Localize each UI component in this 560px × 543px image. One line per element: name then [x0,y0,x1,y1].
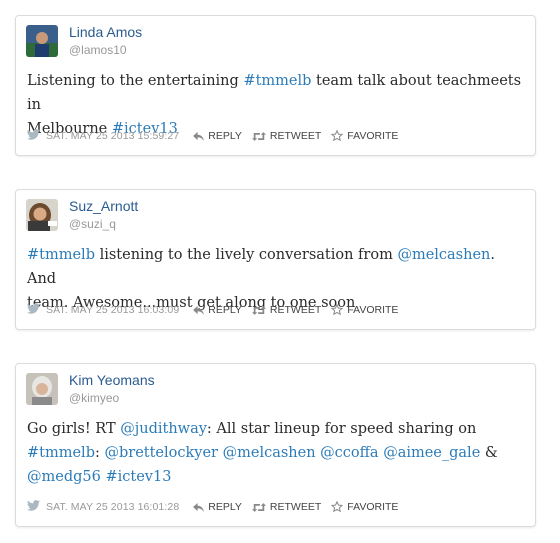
star-icon [331,130,344,142]
hashtag-link[interactable]: #ictev13 [105,469,171,485]
retweet-button[interactable]: RETWEET [251,501,322,513]
tweet-timestamp[interactable]: SAT. MAY 25 2013 16:01:28 [46,501,179,513]
favorite-label: FAVORITE [347,130,399,142]
reply-label: REPLY [208,501,242,513]
retweet-icon [251,502,266,512]
mention-link[interactable]: @melcashen [397,247,490,263]
user-handle[interactable]: @kimyeo [69,391,119,405]
mention-link[interactable]: @ccoffa [320,445,378,461]
twitter-bird-icon [27,129,40,143]
favorite-button[interactable]: FAVORITE [331,501,398,513]
reply-label: REPLY [208,304,242,316]
tweet-footer: SAT. MAY 25 2013 15:59:27 REPLY RETWEET … [27,129,408,143]
hashtag-link[interactable]: #tmmelb [27,247,95,263]
user-handle[interactable]: @suzi_q [69,217,116,231]
retweet-label: RETWEET [269,501,322,513]
retweet-label: RETWEET [269,304,322,316]
avatar[interactable] [26,199,58,231]
favorite-button[interactable]: FAVORITE [331,304,398,316]
avatar[interactable] [26,373,58,405]
tweet-text-segment: : All star lineup for speed sharing on [206,421,477,437]
tweet-card: Linda Amos @lamos10 Listening to the ent… [15,15,536,156]
reply-button[interactable]: REPLY [193,501,242,513]
tweet-timestamp[interactable]: SAT. MAY 25 2013 15:59:27 [46,130,179,142]
twitter-bird-icon [27,303,40,317]
star-icon [331,304,344,316]
favorite-label: FAVORITE [347,501,399,513]
tweet-text: Go girls! RT @judithway: All star lineup… [27,417,523,489]
tweet-timestamp[interactable]: SAT. MAY 25 2013 16:03:09 [46,304,179,316]
reply-label: REPLY [208,130,242,142]
twitter-bird-icon [27,500,40,514]
reply-icon [193,502,205,512]
reply-icon [193,131,205,141]
user-handle[interactable]: @lamos10 [69,43,127,57]
user-name[interactable]: Kim Yeomans [69,372,155,388]
tweet-text-segment: listening to the lively conversation fro… [94,247,398,263]
tweet-footer: SAT. MAY 25 2013 16:01:28 REPLY RETWEET … [27,500,408,514]
favorite-label: FAVORITE [347,304,399,316]
retweet-icon [251,305,266,315]
tweet-text-segment: Listening to the entertaining [27,73,244,89]
retweet-icon [251,131,266,141]
user-name[interactable]: Linda Amos [69,24,142,40]
tweet-text-segment: Go girls! RT [27,421,121,437]
retweet-button[interactable]: RETWEET [251,304,322,316]
star-icon [331,501,344,513]
tweet-card: Suz_Arnott @suzi_q #tmmelb listening to … [15,189,536,330]
user-name[interactable]: Suz_Arnott [69,198,138,214]
mention-link[interactable]: @judithway [120,421,207,437]
avatar[interactable] [26,25,58,57]
mention-link[interactable]: @aimee_gale [383,445,480,461]
retweet-label: RETWEET [269,130,322,142]
mention-link[interactable]: @melcashen [223,445,316,461]
favorite-button[interactable]: FAVORITE [331,130,398,142]
reply-icon [193,305,205,315]
tweet-text-segment: & [480,445,498,461]
mention-link[interactable]: @medg56 [27,469,101,485]
retweet-button[interactable]: RETWEET [251,130,322,142]
reply-button[interactable]: REPLY [193,304,242,316]
mention-link[interactable]: @brettelockyer [104,445,218,461]
reply-button[interactable]: REPLY [193,130,242,142]
hashtag-link[interactable]: #tmmelb [243,73,311,89]
hashtag-link[interactable]: #tmmelb [27,445,95,461]
tweet-card: Kim Yeomans @kimyeo Go girls! RT @judith… [15,363,536,527]
tweet-footer: SAT. MAY 25 2013 16:03:09 REPLY RETWEET … [27,303,408,317]
